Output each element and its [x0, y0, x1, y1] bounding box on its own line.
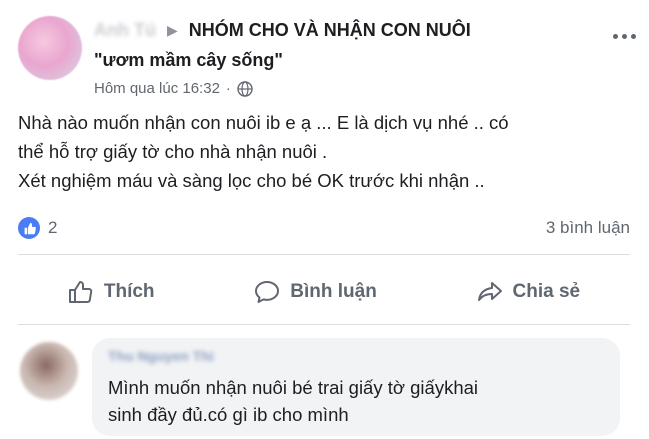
like-label: Thích: [103, 281, 155, 302]
group-name-line1[interactable]: NHÓM CHO VÀ NHẬN CON NUÔI: [189, 20, 471, 40]
post-body: Nhà nào muốn nhận con nuôi ib e ạ ... E …: [18, 108, 638, 195]
comment-count[interactable]: 3 bình luận: [546, 218, 630, 238]
more-options-icon[interactable]: [610, 28, 638, 44]
comment-text: Mình muốn nhận nuôi bé trai giấy tờ giấy…: [108, 374, 604, 428]
commenter-name[interactable]: Thu Nguyen Thi: [108, 348, 214, 364]
share-label: Chia sẻ: [512, 281, 581, 302]
post-body-line: Nhà nào muốn nhận con nuôi ib e ạ ... E …: [18, 112, 509, 133]
group-name-line2[interactable]: "ươm mầm cây sống": [94, 50, 283, 71]
reaction-summary[interactable]: 2: [18, 217, 57, 239]
comment: Thu Nguyen Thi Mình muốn nhận nuôi bé tr…: [18, 338, 638, 439]
share-button[interactable]: Chia sẻ: [477, 280, 581, 304]
post-body-line: thể hỗ trợ giấy tờ cho nhà nhận nuôi .: [18, 141, 328, 162]
speech-bubble-icon: [255, 281, 280, 303]
globe-icon: [237, 80, 253, 97]
comment-label: Bình luận: [290, 281, 377, 302]
author-line: Anh Tú ▶ NHÓM CHO VÀ NHẬN CON NUÔI: [94, 20, 471, 41]
divider: [18, 254, 630, 255]
arrow-right-icon: ▶: [167, 22, 178, 38]
post-body-line: Xét nghiệm máu và sàng lọc cho bé OK trư…: [18, 170, 485, 191]
thumbs-up-icon: [68, 281, 93, 303]
reaction-count: 2: [48, 218, 58, 237]
share-arrow-icon: [477, 282, 502, 301]
author-avatar[interactable]: [18, 16, 82, 80]
comment-text-line: Mình muốn nhận nuôi bé trai giấy tờ giấy…: [108, 377, 479, 398]
action-bar: Thích Bình luận Chia sẻ: [18, 268, 630, 316]
like-reaction-icon: [18, 217, 40, 239]
dot-separator: ·: [225, 80, 231, 97]
author-name[interactable]: Anh Tú: [94, 20, 156, 41]
post-timestamp[interactable]: Hôm qua lúc 16:32: [94, 80, 220, 97]
commenter-avatar[interactable]: [20, 342, 78, 400]
post-header: Anh Tú ▶ NHÓM CHO VÀ NHẬN CON NUÔI "ươm …: [18, 10, 638, 100]
stats-bar: 2 3 bình luận: [18, 214, 630, 242]
comment-bubble: Thu Nguyen Thi Mình muốn nhận nuôi bé tr…: [92, 338, 620, 436]
like-button[interactable]: Thích: [68, 280, 155, 304]
comment-text-line: sinh đầy đủ.có gì ib cho mình: [108, 404, 349, 425]
comment-button[interactable]: Bình luận: [254, 280, 377, 304]
post-meta: Hôm qua lúc 16:32 ·: [94, 80, 253, 97]
divider: [18, 324, 630, 325]
